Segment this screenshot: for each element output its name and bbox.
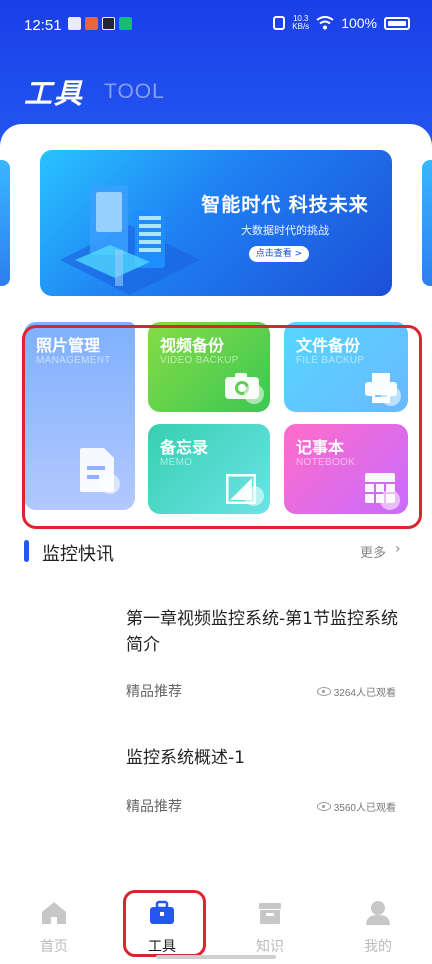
box-icon [259, 903, 281, 924]
vibrate-icon [273, 16, 286, 30]
more-link[interactable]: 更多 [360, 542, 386, 561]
status-right: 10.3 KB/s 100% [273, 15, 410, 31]
eye-icon [316, 687, 331, 696]
wifi-icon [316, 16, 334, 30]
clipboard-icon [68, 17, 81, 30]
tab-mine[interactable]: 我的 [348, 900, 408, 956]
page-subtitle: TOOL [104, 80, 165, 103]
net-speed: 10.3 KB/s [292, 15, 309, 31]
home-icon [42, 902, 66, 924]
tab-label: 知识 [256, 939, 284, 955]
user-icon [366, 901, 390, 925]
status-bar: 12:51 10.3 KB/s 100% [0, 0, 432, 52]
news-tag: 精品推荐 [126, 799, 182, 815]
wechat-icon [119, 17, 132, 30]
views-count: 3560人已观看 [333, 803, 396, 814]
home-indicator[interactable] [156, 955, 276, 959]
banner-slide[interactable]: 智能时代 科技未来 大数据时代的挑战 点击查看 > [40, 150, 392, 296]
carousel-next-slide[interactable] [422, 160, 432, 286]
eye-icon [316, 802, 331, 811]
tab-label: 首页 [40, 939, 68, 955]
bottom-tab-bar: 首页 工具 知识 我的 [0, 890, 432, 964]
banner-view-button[interactable]: 点击查看 > [249, 246, 309, 262]
battery-icon [384, 16, 410, 30]
tiktok-icon [102, 17, 115, 30]
section-title: 监控快讯 [42, 544, 114, 565]
app-notification-icon [85, 17, 98, 30]
news-title: 监控系统概述-1 [126, 748, 245, 768]
tools-highlight-box [22, 325, 422, 529]
banner-title: 智能时代 科技未来 [201, 194, 369, 216]
chevron-right-icon[interactable]: › [395, 541, 401, 557]
tab-knowledge[interactable]: 知识 [240, 900, 300, 956]
section-accent-bar [24, 540, 29, 562]
carousel-prev-slide[interactable] [0, 160, 10, 286]
news-views: 3264人已观看 [316, 684, 396, 699]
tab-highlight-box [123, 890, 206, 957]
tab-label: 我的 [364, 939, 392, 955]
news-views: 3560人已观看 [316, 799, 396, 814]
notification-icons [68, 17, 132, 30]
news-tag: 精品推荐 [126, 684, 182, 700]
net-speed-unit: KB/s [292, 22, 310, 31]
battery-percent: 100% [341, 15, 377, 31]
news-title: 第一章视频监控系统-第1节监控系统简介 [126, 609, 398, 655]
views-count: 3264人已观看 [333, 688, 396, 699]
banner-subtitle: 大数据时代的挑战 [241, 224, 329, 237]
page-title: 工具 [24, 77, 85, 110]
tab-home[interactable]: 首页 [24, 900, 84, 956]
status-time: 12:51 [24, 17, 62, 34]
